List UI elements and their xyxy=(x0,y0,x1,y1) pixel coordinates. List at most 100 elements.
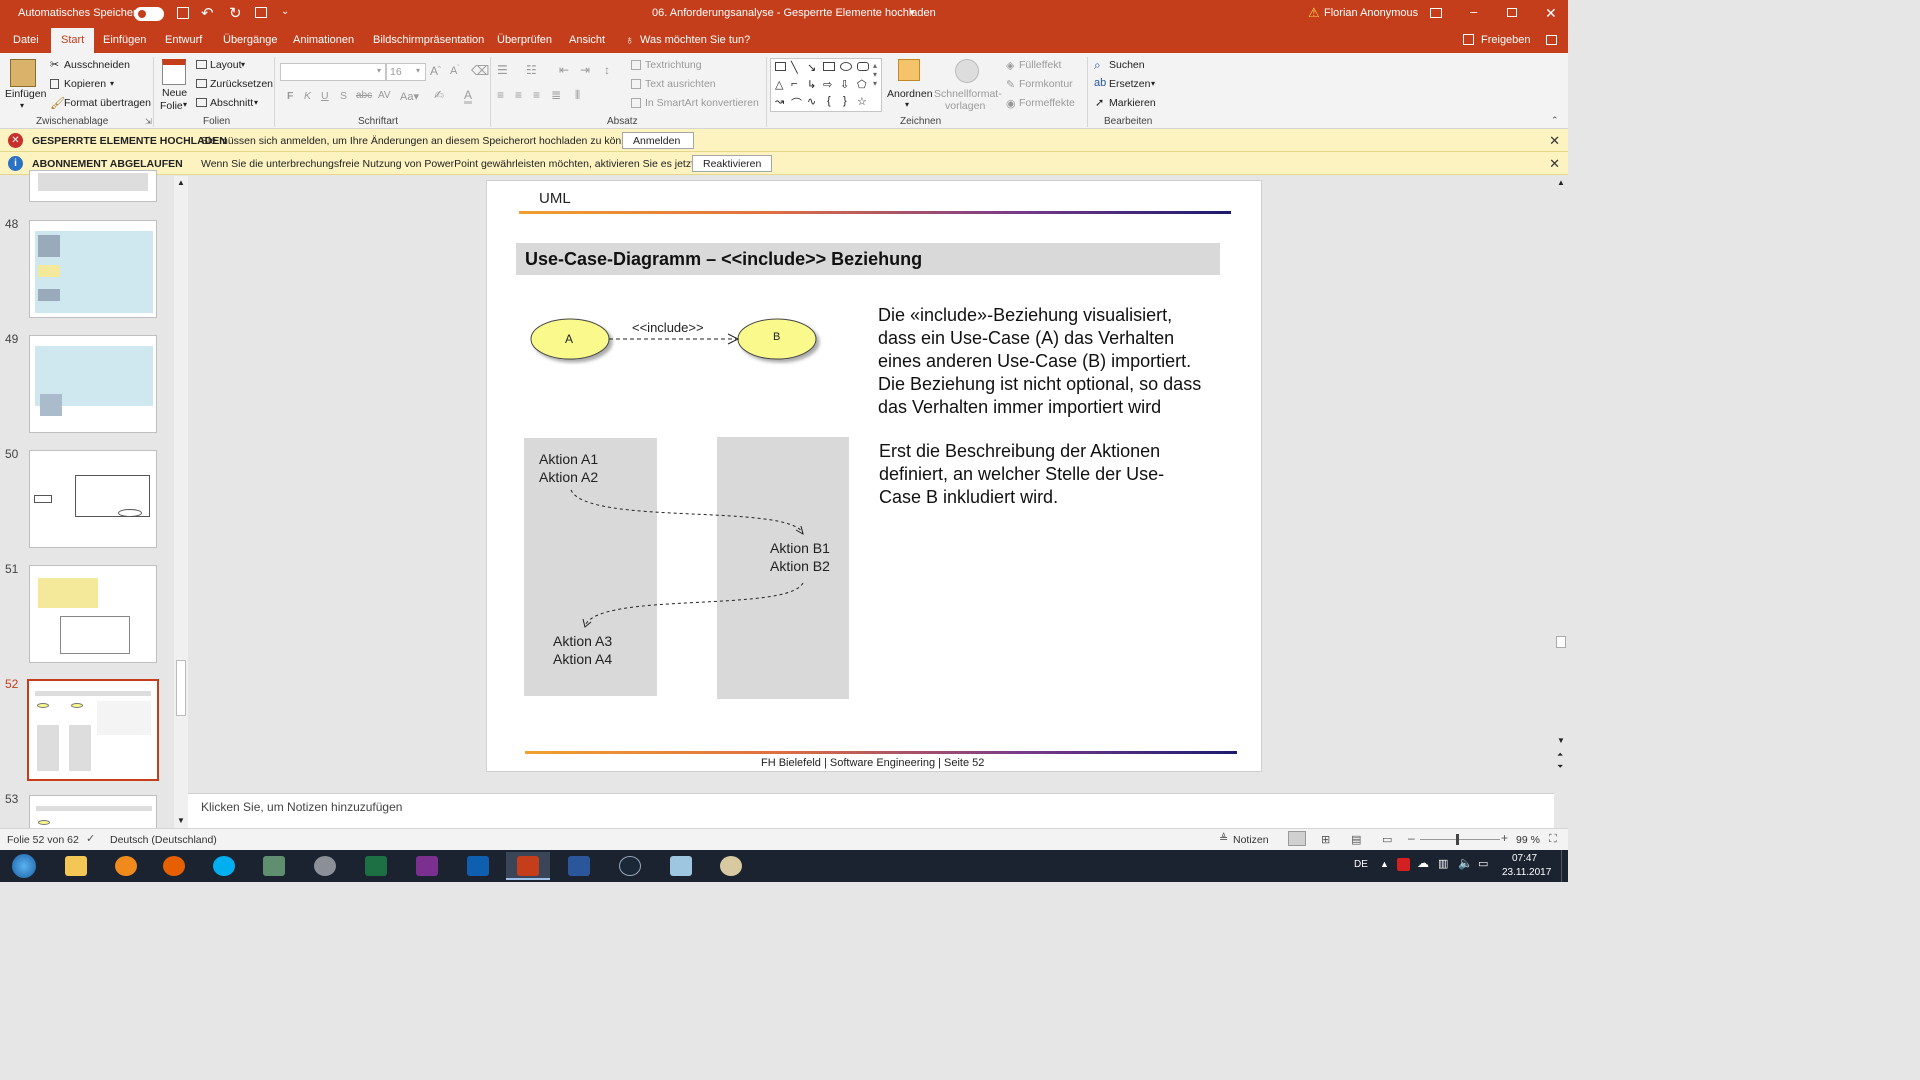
language-indicator[interactable]: Deutsch (Deutschland) xyxy=(110,834,217,846)
notes-toggle-button[interactable]: Notizen xyxy=(1233,834,1269,846)
smartart-button[interactable]: In SmartArt konvertieren xyxy=(645,97,759,109)
zoom-slider-thumb[interactable] xyxy=(1456,834,1459,845)
arrow-line-shape-icon[interactable]: ↘ xyxy=(807,61,816,74)
start-presentation-icon[interactable] xyxy=(255,7,267,18)
action-center-icon[interactable]: ▭ xyxy=(1478,857,1488,870)
scroll-thumb[interactable] xyxy=(176,660,186,716)
pentagon-shape-icon[interactable]: ⬠ xyxy=(857,78,867,91)
notes-pane[interactable]: Klicken Sie, um Notizen hinzuzufügen xyxy=(188,793,1554,828)
fit-to-window-icon[interactable]: ⛶ xyxy=(1549,833,1557,846)
taskbar-steam[interactable] xyxy=(608,852,652,880)
underline-button[interactable]: U xyxy=(321,90,329,102)
columns-icon[interactable]: ⫴ xyxy=(575,88,580,103)
shape-effects-button[interactable]: Formeffekte xyxy=(1019,97,1075,109)
save-icon[interactable] xyxy=(177,7,189,19)
replace-button[interactable]: Ersetzen xyxy=(1109,78,1150,90)
gallery-more-icon[interactable]: ▴ ▾ ▾ xyxy=(873,61,877,88)
taskbar-word[interactable] xyxy=(557,852,601,880)
start-button[interactable] xyxy=(2,852,46,880)
slide-scrollbar[interactable]: ▲ ▼ ⏶ ⏷ xyxy=(1554,176,1568,793)
tab-entwurf[interactable]: Entwurf xyxy=(165,34,202,46)
taskbar-firefox[interactable] xyxy=(152,852,196,880)
quick-styles-label-2[interactable]: vorlagen xyxy=(945,100,985,112)
slide-thumbnail-52[interactable] xyxy=(27,679,159,781)
zoom-in-icon[interactable]: + xyxy=(1501,831,1508,845)
justify-icon[interactable]: ≣ xyxy=(551,88,561,102)
arrange-dropdown-icon[interactable]: ▾ xyxy=(905,100,909,109)
find-button[interactable]: Suchen xyxy=(1109,59,1145,71)
paste-button[interactable]: Einfügen xyxy=(5,88,46,100)
taskbar-skype[interactable] xyxy=(202,852,246,880)
replace-dropdown-icon[interactable]: ▾ xyxy=(1151,79,1155,88)
triangle-shape-icon[interactable]: △ xyxy=(775,78,783,91)
clock-time[interactable]: 07:47 xyxy=(1512,853,1537,864)
line-shape-icon[interactable]: ╲ xyxy=(791,61,798,74)
tab-einfuegen[interactable]: Einfügen xyxy=(103,34,146,46)
show-hidden-icons-icon[interactable]: ▲ xyxy=(1380,859,1389,869)
char-spacing-icon[interactable]: AV xyxy=(378,90,391,101)
shadow-button[interactable]: S xyxy=(340,90,347,102)
scribble-shape-icon[interactable]: ∿ xyxy=(807,95,816,108)
reading-view-icon[interactable]: ▤ xyxy=(1351,833,1361,846)
slide-canvas[interactable]: UML Use-Case-Diagramm – <<include>> Bezi… xyxy=(486,180,1262,772)
new-slide-dropdown-icon[interactable]: ▾ xyxy=(183,100,187,109)
right-arrow-shape-icon[interactable]: ⇨ xyxy=(823,78,832,91)
scroll-thumb[interactable] xyxy=(1556,636,1566,648)
tab-bildschirmpraesentation[interactable]: Bildschirmpräsentation xyxy=(373,34,484,46)
font-size-dropdown-icon[interactable]: ▾ xyxy=(416,66,420,75)
copy-button[interactable]: Kopieren xyxy=(64,78,106,90)
tab-ueberpruefen[interactable]: Überprüfen xyxy=(497,34,552,46)
close-infobar-icon[interactable]: ✕ xyxy=(1549,133,1560,149)
line-spacing-icon[interactable]: ↕ xyxy=(604,63,610,77)
italic-button[interactable]: K xyxy=(304,90,311,102)
tab-start[interactable]: Start xyxy=(51,28,95,53)
freeform-shape-icon[interactable]: ⌒ xyxy=(791,95,802,111)
clear-format-icon[interactable]: ⌫ xyxy=(471,63,489,79)
taskbar-media-player[interactable] xyxy=(104,852,148,880)
next-slide-icon[interactable]: ⏷ xyxy=(1557,762,1563,772)
share-button[interactable]: Freigeben xyxy=(1481,34,1531,46)
undo-icon[interactable]: ↶ xyxy=(201,4,214,22)
slide-thumbnail-48[interactable] xyxy=(29,220,157,318)
slide-thumbnail-51[interactable] xyxy=(29,565,157,663)
slide-thumbnail-47[interactable] xyxy=(29,170,157,202)
cut-button[interactable]: Ausschneiden xyxy=(64,59,130,71)
layout-button[interactable]: Layout xyxy=(210,59,242,71)
taskbar-notes-app[interactable] xyxy=(659,852,703,880)
align-left-icon[interactable]: ≡ xyxy=(497,88,504,102)
close-window-icon[interactable]: ✕ xyxy=(1545,5,1557,22)
taskbar-excel[interactable] xyxy=(354,852,398,880)
rounded-rect-shape-icon[interactable] xyxy=(857,62,869,71)
slide-thumbnail-49[interactable] xyxy=(29,335,157,433)
slideshow-icon[interactable]: ▭ xyxy=(1382,833,1392,846)
scroll-up-icon[interactable]: ▲ xyxy=(1557,178,1565,187)
decrease-indent-icon[interactable]: ⇤ xyxy=(559,63,569,77)
tab-ansicht[interactable]: Ansicht xyxy=(569,34,605,46)
star-shape-icon[interactable]: ☆ xyxy=(857,95,867,108)
arrange-button[interactable]: Anordnen xyxy=(887,88,933,100)
taskbar-satellite-app[interactable] xyxy=(303,852,347,880)
ribbon-display-icon[interactable] xyxy=(1430,8,1442,18)
input-language[interactable]: DE xyxy=(1354,859,1368,870)
font-family-combo[interactable] xyxy=(280,63,386,81)
shrink-font-icon[interactable]: Aˇ xyxy=(450,65,459,77)
scroll-down-icon[interactable]: ▼ xyxy=(1557,736,1565,745)
tab-uebergaenge[interactable]: Übergänge xyxy=(223,34,277,46)
autosave-toggle[interactable] xyxy=(134,7,164,21)
taskbar-explorer[interactable] xyxy=(54,852,98,880)
scroll-up-icon[interactable]: ▲ xyxy=(177,178,185,187)
zoom-out-icon[interactable]: – xyxy=(1408,831,1415,845)
taskbar-powerpoint[interactable] xyxy=(506,852,550,880)
spellcheck-icon[interactable]: ✓ xyxy=(86,832,95,845)
network-icon[interactable]: ▥ xyxy=(1438,857,1448,870)
arrange-icon[interactable] xyxy=(898,59,920,81)
dialog-launcher-icon[interactable]: ⇲ xyxy=(145,117,152,126)
new-slide-icon[interactable] xyxy=(162,59,186,85)
title-dropdown-icon[interactable]: ▼ xyxy=(908,8,916,17)
textbox-shape-icon[interactable] xyxy=(775,62,786,71)
customize-toolbar-icon[interactable]: ⌄ xyxy=(281,6,289,17)
normal-view-icon[interactable] xyxy=(1288,831,1306,846)
reactivate-button[interactable]: Reaktivieren xyxy=(692,155,772,172)
redo-icon[interactable]: ↻ xyxy=(229,4,242,22)
antivirus-icon[interactable] xyxy=(1397,858,1410,871)
